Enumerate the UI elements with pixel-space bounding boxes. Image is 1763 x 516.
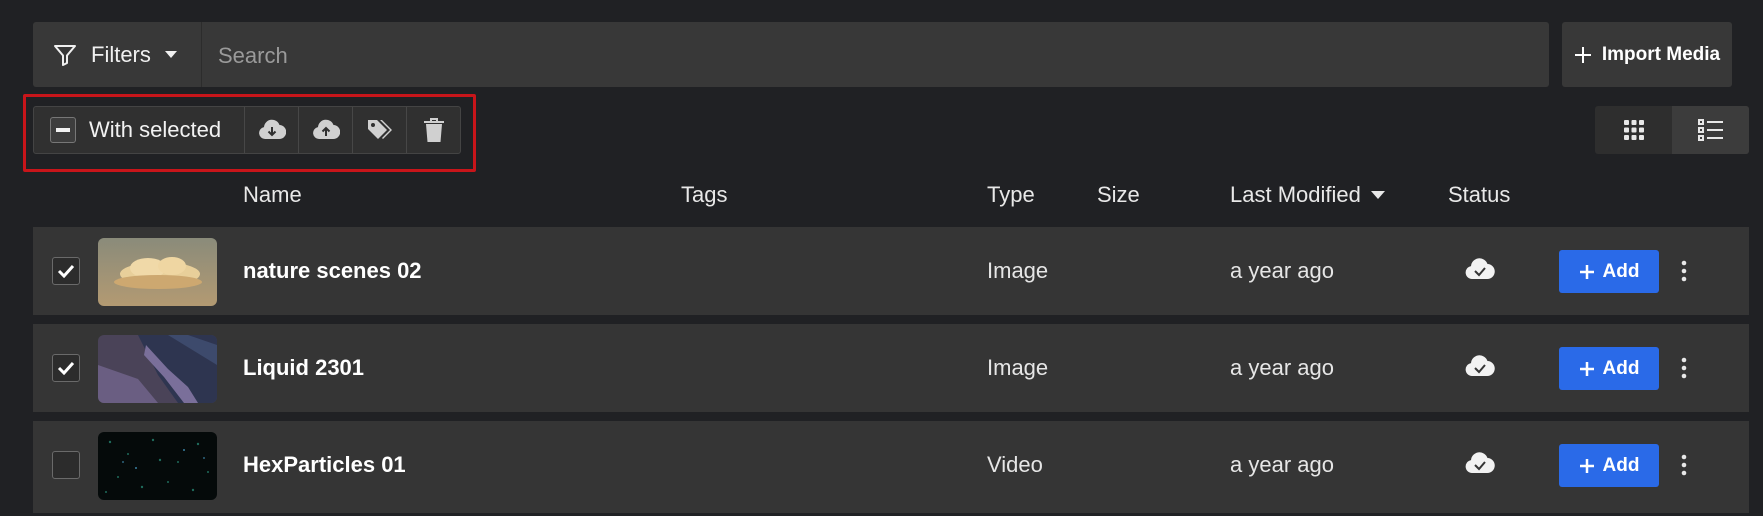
cloud-upload-icon [312, 119, 340, 141]
search-input[interactable] [202, 22, 1567, 89]
import-media-button[interactable]: Import Media [1562, 22, 1732, 87]
column-header-status[interactable]: Status [1448, 180, 1510, 210]
thumbnail [98, 432, 217, 500]
column-header-tags[interactable]: Tags [681, 180, 727, 210]
trash-icon [423, 117, 445, 143]
search-field [201, 22, 1567, 89]
list-view-button[interactable] [1672, 106, 1749, 154]
column-header-last-modified[interactable]: Last Modified [1230, 180, 1385, 210]
more-options-button[interactable] [1669, 445, 1699, 485]
select-all-checkbox[interactable] [50, 117, 76, 143]
filters-label: Filters [91, 41, 151, 67]
add-label: Add [1602, 260, 1640, 282]
row-checkbox[interactable] [52, 451, 80, 479]
more-options-button[interactable] [1669, 348, 1699, 388]
filter-search-bar: Filters [33, 22, 1567, 89]
add-label: Add [1602, 454, 1640, 476]
grid-view-icon [1623, 119, 1645, 141]
cloud-download-icon [258, 119, 286, 141]
plus-icon [1579, 264, 1594, 279]
more-vertical-icon [1681, 260, 1687, 282]
thumbnail [98, 335, 217, 403]
last-modified-label: Last Modified [1230, 182, 1361, 207]
check-icon [57, 361, 75, 375]
upload-button[interactable] [299, 107, 353, 153]
add-button[interactable]: Add [1559, 347, 1659, 390]
column-header-name[interactable]: Name [243, 180, 302, 210]
item-type: Image [987, 258, 1049, 283]
more-vertical-icon [1681, 454, 1687, 476]
cloud-check-icon [1465, 258, 1495, 280]
item-name[interactable]: nature scenes 02 [243, 258, 422, 284]
item-type: Image [987, 355, 1049, 380]
table-row[interactable]: nature scenes 02 Image a year ago Add [33, 227, 1749, 315]
item-name[interactable]: HexParticles 01 [243, 452, 406, 478]
thumbnail [98, 238, 217, 306]
item-last-modified: a year ago [1230, 452, 1334, 477]
check-icon [57, 264, 75, 278]
add-button[interactable]: Add [1559, 250, 1659, 293]
row-checkbox[interactable] [52, 257, 80, 285]
column-header-size[interactable]: Size [1097, 180, 1140, 210]
grid-view-button[interactable] [1595, 106, 1672, 154]
filter-icon [53, 43, 77, 67]
chevron-down-icon [164, 50, 177, 59]
item-name[interactable]: Liquid 2301 [243, 355, 364, 381]
more-vertical-icon [1681, 357, 1687, 379]
table-row[interactable]: Liquid 2301 Image a year ago Add [33, 324, 1749, 412]
add-label: Add [1602, 357, 1640, 379]
tags-icon [366, 118, 394, 142]
tag-button[interactable] [353, 107, 407, 153]
status-badge [1465, 355, 1495, 377]
import-media-label: Import Media [1601, 43, 1721, 65]
download-button[interactable] [245, 107, 299, 153]
plus-icon [1579, 458, 1594, 473]
item-last-modified: a year ago [1230, 258, 1334, 283]
row-checkbox[interactable] [52, 354, 80, 382]
view-toggle [1595, 106, 1749, 154]
add-button[interactable]: Add [1559, 444, 1659, 487]
item-last-modified: a year ago [1230, 355, 1334, 380]
status-badge [1465, 452, 1495, 474]
filters-button[interactable]: Filters [33, 22, 201, 87]
cloud-check-icon [1465, 452, 1495, 474]
sort-desc-icon [1370, 190, 1385, 200]
delete-button[interactable] [407, 107, 461, 153]
status-badge [1465, 258, 1495, 280]
select-all-control[interactable]: With selected [34, 107, 245, 153]
item-type: Video [987, 452, 1043, 477]
plus-icon [1579, 361, 1594, 376]
list-view-icon [1697, 119, 1724, 141]
column-header-type[interactable]: Type [987, 180, 1035, 210]
bulk-actions-toolbar: With selected [33, 106, 461, 154]
plus-icon [1574, 46, 1592, 64]
table-row[interactable]: HexParticles 01 Video a year ago Add [33, 421, 1749, 513]
with-selected-label: With selected [89, 117, 222, 142]
more-options-button[interactable] [1669, 251, 1699, 291]
cloud-check-icon [1465, 355, 1495, 377]
